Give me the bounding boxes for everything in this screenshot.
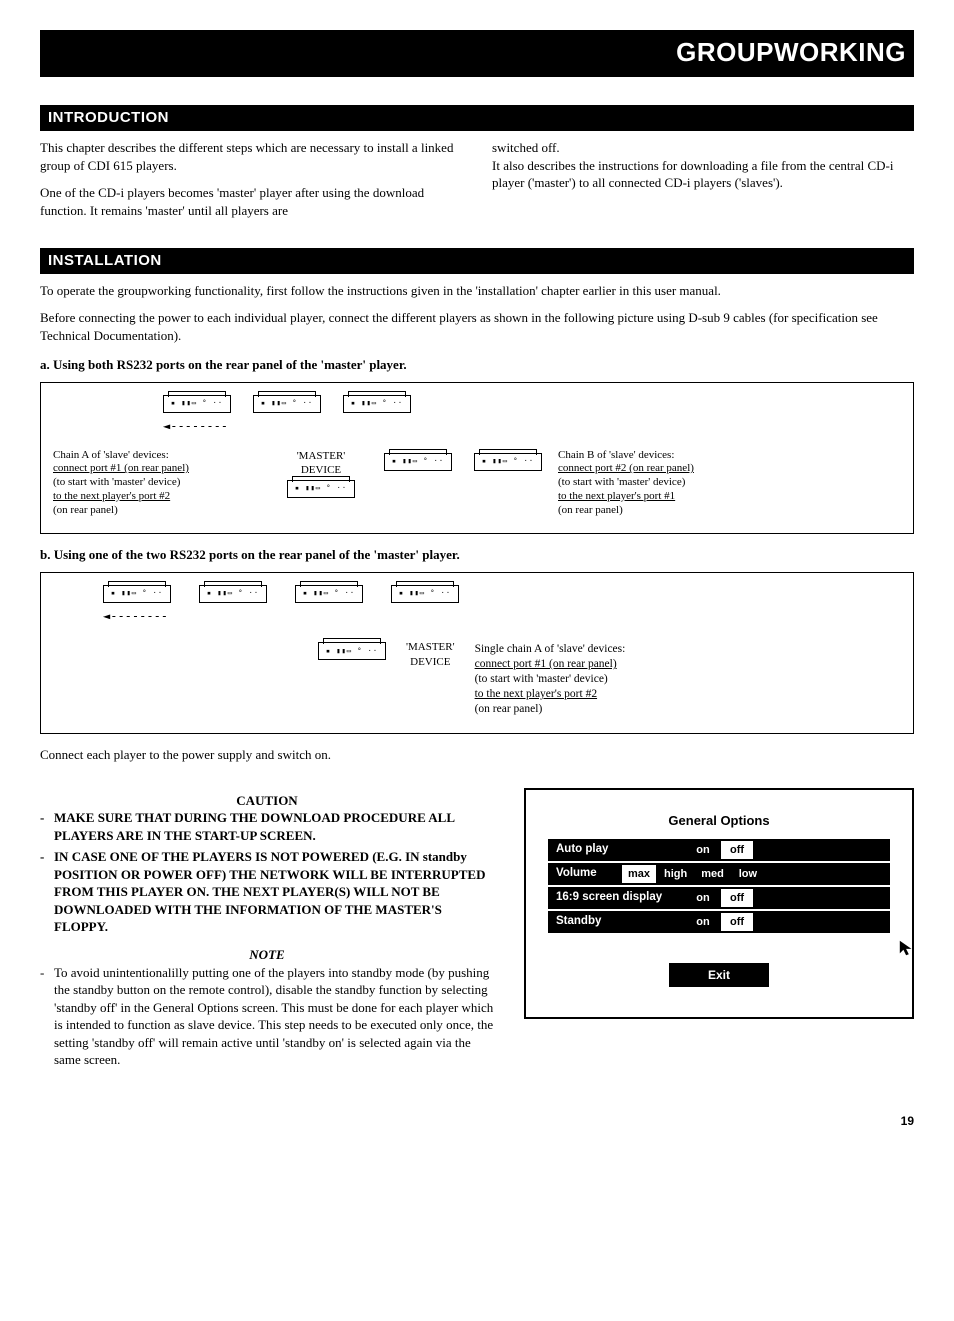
diagram-b: ▪ ▮▮▭ ° ·· ▪ ▮▮▭ ° ·· ▪ ▮▮▭ ° ·· ▪ ▮▮▭ °… <box>40 572 914 734</box>
chain-b-line: connect port #2 (on rear panel) <box>558 462 763 476</box>
option-on[interactable]: on <box>685 889 719 907</box>
intro-col1-p1: This chapter describes the different ste… <box>40 139 462 174</box>
device-icon: ▪ ▮▮▭ ° ·· <box>318 642 386 660</box>
device-icon: ▪ ▮▮▭ ° ·· <box>474 453 542 471</box>
install-p1: To operate the groupworking functionalit… <box>40 282 914 300</box>
chain-b-line: (to start with 'master' device) <box>558 476 763 490</box>
option-max[interactable]: max <box>620 865 656 883</box>
general-options-screen: General Options Auto play on off Volume … <box>524 788 914 1020</box>
option-row-autoplay: Auto play on off <box>548 839 890 861</box>
option-off[interactable]: off <box>719 841 753 859</box>
master-label: 'MASTER' <box>406 640 455 655</box>
option-med[interactable]: med <box>693 865 730 883</box>
page-number: 19 <box>40 1113 914 1129</box>
device-icon: ▪ ▮▮▭ ° ·· <box>163 395 231 413</box>
chain-b-line: (on rear panel) <box>558 504 763 518</box>
section-heading-introduction: INTRODUCTION <box>40 105 914 131</box>
install-p2: Before connecting the power to each indi… <box>40 309 914 344</box>
device-icon: ▪ ▮▮▭ ° ·· <box>287 480 355 498</box>
master-label: 'MASTER' <box>274 449 368 464</box>
device-icon: ▪ ▮▮▭ ° ·· <box>391 585 459 603</box>
master-label: DEVICE <box>406 655 455 670</box>
chain-a-line: (to start with 'master' device) <box>53 476 258 490</box>
device-icon: ▪ ▮▮▭ ° ·· <box>199 585 267 603</box>
device-icon: ▪ ▮▮▭ ° ·· <box>343 395 411 413</box>
intro-col2-p1: switched off. <box>492 139 914 157</box>
option-row-aspect: 16:9 screen display on off <box>548 887 890 909</box>
chain-a-line: connect port #1 (on rear panel) <box>53 462 258 476</box>
option-row-standby: Standby on off <box>548 911 890 933</box>
single-chain-line: to the next player's port #2 <box>475 687 690 702</box>
option-off[interactable]: off <box>719 889 753 907</box>
caution-item: MAKE SURE THAT DURING THE DOWNLOAD PROCE… <box>40 809 494 844</box>
note-title: NOTE <box>40 946 494 964</box>
intro-col2-p2: It also describes the instructions for d… <box>492 157 914 192</box>
option-row-volume: Volume max high med low <box>548 863 890 885</box>
chain-a-line: (on rear panel) <box>53 504 258 518</box>
option-label: 16:9 screen display <box>550 889 685 907</box>
option-label: Standby <box>550 913 685 931</box>
option-off[interactable]: off <box>719 913 753 931</box>
arrow-left-icon: ◄-------- <box>163 419 228 433</box>
chain-b-line: Chain B of 'slave' devices: <box>558 449 763 463</box>
single-chain-line: (to start with 'master' device) <box>475 672 690 687</box>
diagram-a: ▪ ▮▮▭ ° ·· ▪ ▮▮▭ ° ·· ▪ ▮▮▭ ° ·· ◄------… <box>40 382 914 534</box>
page-banner: GROUPWORKING <box>40 30 914 77</box>
option-on[interactable]: on <box>685 841 719 859</box>
intro-columns: This chapter describes the different ste… <box>40 139 914 219</box>
chain-a-line: to the next player's port #2 <box>53 490 258 504</box>
option-high[interactable]: high <box>656 865 693 883</box>
install-post-b: Connect each player to the power supply … <box>40 746 914 764</box>
chain-a-line: Chain A of 'slave' devices: <box>53 449 258 463</box>
arrow-left-icon: ◄-------- <box>103 609 168 623</box>
single-chain-line: Single chain A of 'slave' devices: <box>475 642 690 657</box>
device-icon: ▪ ▮▮▭ ° ·· <box>253 395 321 413</box>
option-label: Volume <box>550 865 620 883</box>
option-on[interactable]: on <box>685 913 719 931</box>
exit-button[interactable]: Exit <box>669 963 769 987</box>
caution-title: CAUTION <box>40 792 494 810</box>
device-icon: ▪ ▮▮▭ ° ·· <box>384 453 452 471</box>
device-icon: ▪ ▮▮▭ ° ·· <box>103 585 171 603</box>
option-low[interactable]: low <box>730 865 764 883</box>
note-item: To avoid unintentionalilly putting one o… <box>40 964 494 1069</box>
diagram-b-caption: b. Using one of the two RS232 ports on t… <box>40 546 914 564</box>
section-heading-installation: INSTALLATION <box>40 248 914 274</box>
intro-col1-p2: One of the CD-i players becomes 'master'… <box>40 184 462 219</box>
single-chain-line: connect port #1 (on rear panel) <box>475 657 690 672</box>
screen-title: General Options <box>548 812 890 830</box>
device-icon: ▪ ▮▮▭ ° ·· <box>295 585 363 603</box>
single-chain-line: (on rear panel) <box>475 702 690 717</box>
caution-item: IN CASE ONE OF THE PLAYERS IS NOT POWERE… <box>40 848 494 936</box>
diagram-a-caption: a. Using both RS232 ports on the rear pa… <box>40 356 914 374</box>
option-label: Auto play <box>550 841 685 859</box>
chain-b-line: to the next player's port #1 <box>558 490 763 504</box>
